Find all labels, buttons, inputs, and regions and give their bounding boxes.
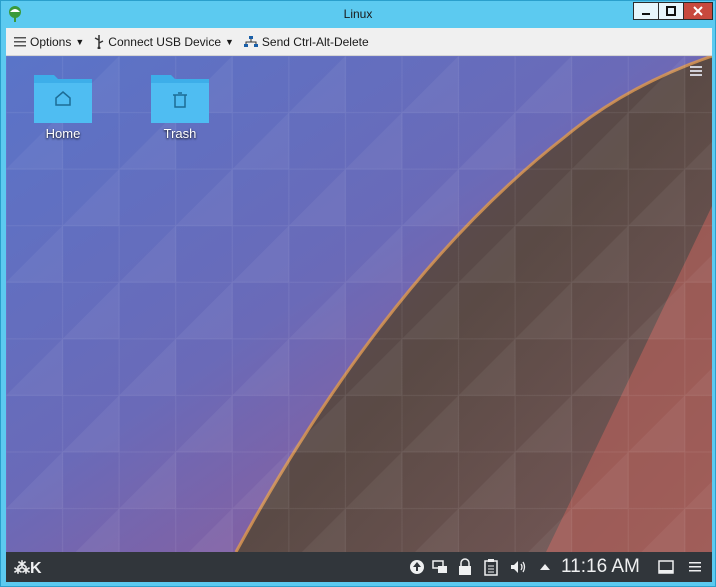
maximize-icon [666, 6, 676, 16]
options-menu-button[interactable]: Options ▼ [14, 35, 84, 49]
maximize-button[interactable] [658, 2, 684, 20]
vm-window: Linux Options ▼ Connect USB Device ▼ Sen… [0, 0, 716, 587]
hamburger-icon [14, 36, 26, 46]
lock-icon[interactable] [458, 552, 472, 582]
minimize-button[interactable] [633, 2, 659, 20]
usb-icon [94, 34, 104, 49]
home-label: Home [45, 126, 81, 141]
minimize-icon [642, 13, 650, 15]
update-icon[interactable] [408, 552, 426, 582]
kde-launcher-icon[interactable]: ⁂K [14, 558, 42, 578]
toolbar: Options ▼ Connect USB Device ▼ Send Ctrl… [6, 28, 712, 56]
clock[interactable]: 11:16 AM [561, 556, 640, 578]
options-label: Options [30, 34, 72, 49]
desktop-menu-button[interactable] [690, 66, 702, 78]
title-bar[interactable]: Linux [1, 1, 715, 27]
expand-tray-icon[interactable] [539, 552, 551, 582]
cad-label: Send Ctrl-Alt-Delete [261, 34, 369, 49]
desktop-icon-trash[interactable]: Trash [140, 71, 220, 141]
panel-menu-icon[interactable] [688, 552, 702, 582]
network-keys-icon [243, 35, 258, 47]
send-ctrl-alt-delete-button[interactable]: Send Ctrl-Alt-Delete [243, 34, 369, 49]
close-button[interactable] [683, 2, 713, 20]
volume-icon[interactable] [509, 552, 527, 582]
network-icon[interactable] [431, 552, 449, 582]
dropdown-arrow-icon: ▼ [75, 36, 85, 47]
usb-label: Connect USB Device [108, 34, 221, 49]
dropdown-arrow-icon: ▼ [225, 36, 234, 47]
taskbar: ⁂K 11:16 AM [6, 552, 712, 582]
wallpaper [6, 56, 712, 552]
trash-folder-icon [151, 75, 209, 123]
home-folder-icon [34, 75, 92, 123]
desktop[interactable]: Home Trash [6, 56, 712, 552]
window-title: Linux [343, 7, 373, 21]
close-icon [693, 6, 703, 16]
connect-usb-button[interactable]: Connect USB Device ▼ [94, 34, 234, 49]
desktop-icon-home[interactable]: Home [23, 71, 103, 141]
trash-label: Trash [163, 126, 197, 141]
show-desktop-icon[interactable] [658, 552, 674, 582]
clipboard-icon[interactable] [484, 552, 498, 582]
